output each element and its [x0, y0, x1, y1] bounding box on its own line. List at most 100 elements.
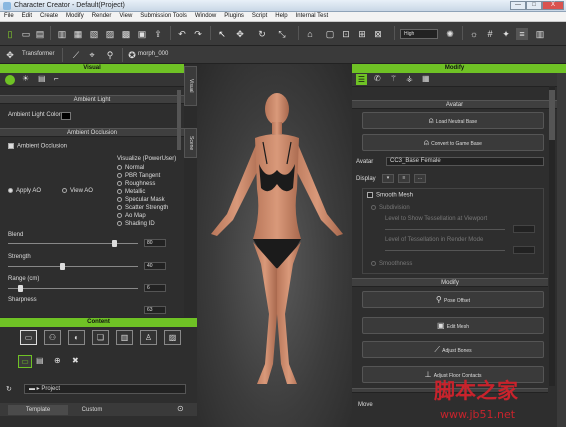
- add-folder-icon[interactable]: ⊕: [54, 356, 61, 365]
- menu-script[interactable]: Script: [248, 12, 271, 19]
- tab-custom[interactable]: Custom: [62, 405, 122, 415]
- menu-view[interactable]: View: [115, 12, 136, 19]
- settings-icon[interactable]: ▩: [120, 28, 132, 40]
- render-icon[interactable]: ▧: [88, 28, 100, 40]
- zoom-extents-icon[interactable]: ⊠: [372, 28, 384, 40]
- motion-tab-icon[interactable]: ⚶: [406, 74, 413, 83]
- visualize-shading-id[interactable]: Shading ID: [117, 221, 155, 227]
- tool-b-icon[interactable]: ⌖: [86, 49, 98, 61]
- tool-a-icon[interactable]: ⟋: [70, 49, 82, 61]
- visual-scrollbar[interactable]: [177, 90, 181, 150]
- visualize-scatter-strength[interactable]: Scatter Strength: [117, 205, 168, 211]
- ambient-occlusion-section[interactable]: Ambient Occlusion: [0, 128, 184, 137]
- headlight-icon[interactable]: ☼: [468, 28, 480, 40]
- atmosphere-tab-icon[interactable]: ▤: [38, 74, 46, 83]
- list-view-icon[interactable]: ▤: [36, 356, 44, 365]
- visualize-ao-map[interactable]: Ao Map: [117, 213, 146, 219]
- menu-create[interactable]: Create: [36, 12, 62, 19]
- ambient-occlusion-checkbox[interactable]: Ambient Occlusion: [8, 143, 67, 150]
- post-effect-tab-icon[interactable]: ⌐: [54, 74, 59, 83]
- rotate-icon[interactable]: ↻: [256, 28, 268, 40]
- morph-tab-icon[interactable]: ⚚: [390, 74, 397, 83]
- viewport[interactable]: [197, 64, 352, 427]
- menu-window[interactable]: Window: [191, 12, 220, 19]
- visualize-normal[interactable]: Normal: [117, 165, 144, 171]
- home-view-icon[interactable]: ⌂: [304, 28, 316, 40]
- skin-category-icon[interactable]: ◐: [68, 330, 85, 345]
- project-category-icon[interactable]: ▭: [20, 330, 37, 345]
- modify-scrollbar[interactable]: [549, 86, 555, 386]
- pose-category-icon[interactable]: ♙: [140, 330, 157, 345]
- move-icon[interactable]: ✥: [234, 28, 246, 40]
- redo-icon[interactable]: ↷: [192, 28, 204, 40]
- menu-help[interactable]: Help: [271, 12, 291, 19]
- visualize-roughness[interactable]: Roughness: [117, 181, 155, 187]
- content-settings-icon[interactable]: ⊙: [177, 404, 184, 413]
- tab-scene[interactable]: Scene: [184, 128, 197, 158]
- menu-submission-tools[interactable]: Submission Tools: [136, 12, 191, 19]
- strength-slider[interactable]: [8, 263, 138, 270]
- panel-toggle-icon[interactable]: ≡: [516, 28, 528, 40]
- apply-ao-radio[interactable]: Apply AO: [8, 188, 41, 194]
- smooth-mesh-checkbox[interactable]: Smooth Mesh: [367, 192, 413, 199]
- transformer-label[interactable]: Transformer: [22, 51, 54, 57]
- ambient-light-section[interactable]: Ambient Light: [0, 95, 184, 104]
- edit-mesh-button[interactable]: ▣ Edit Mesh: [362, 317, 544, 334]
- level-view-slider[interactable]: [385, 229, 505, 230]
- avatar-section[interactable]: Avatar: [352, 100, 557, 109]
- blend-slider[interactable]: [8, 240, 138, 247]
- minimize-button[interactable]: —: [510, 1, 526, 10]
- close-button[interactable]: X: [542, 1, 564, 10]
- range-value[interactable]: 6: [144, 284, 166, 292]
- material-tab-icon[interactable]: ▦: [422, 74, 430, 83]
- menu-edit[interactable]: Edit: [18, 12, 36, 19]
- strength-value[interactable]: 40: [144, 262, 166, 270]
- scale-icon[interactable]: ⤡: [276, 28, 288, 40]
- menu-modify[interactable]: Modify: [62, 12, 88, 19]
- image-category-icon[interactable]: ▨: [164, 330, 181, 345]
- blend-value[interactable]: 80: [144, 239, 166, 247]
- menu-internal-test[interactable]: Internal Test: [292, 12, 333, 19]
- level-view-value[interactable]: [513, 225, 535, 233]
- visual-tab-icon[interactable]: [5, 75, 15, 85]
- menu-file[interactable]: File: [0, 12, 18, 19]
- tool-c-icon[interactable]: ⚲: [104, 49, 116, 61]
- pose-tab-icon[interactable]: ✆: [374, 74, 381, 83]
- refresh-icon[interactable]: ↻: [6, 385, 12, 393]
- content-path-field[interactable]: ▬ ▸ Project: [24, 384, 186, 394]
- visualize-metallic[interactable]: Metallic: [117, 189, 145, 195]
- undo-icon[interactable]: ↶: [176, 28, 188, 40]
- select-icon[interactable]: ↖: [216, 28, 228, 40]
- folder-view-icon[interactable]: ▭: [18, 355, 32, 368]
- modify-section[interactable]: Modify: [352, 278, 548, 287]
- export-icon[interactable]: ▦: [72, 28, 84, 40]
- display-mode-a-icon[interactable]: ▾: [382, 174, 394, 183]
- display-mode-c-icon[interactable]: …: [414, 174, 426, 183]
- display-mode-b-icon[interactable]: ≡: [398, 174, 410, 183]
- attribute-tab-icon[interactable]: ☰: [356, 74, 367, 85]
- share-icon[interactable]: ▣: [136, 28, 148, 40]
- view-ao-radio[interactable]: View AO: [62, 188, 93, 194]
- grid-icon[interactable]: #: [484, 28, 496, 40]
- level-render-slider[interactable]: [385, 250, 505, 251]
- material-category-icon[interactable]: ❏: [92, 330, 109, 345]
- morph-icon[interactable]: ✪: [126, 49, 138, 61]
- preview-icon[interactable]: ▨: [104, 28, 116, 40]
- quality-dropdown[interactable]: High: [400, 29, 438, 39]
- save-icon[interactable]: ▤: [34, 28, 46, 40]
- range-slider[interactable]: [8, 285, 138, 292]
- fit-icon[interactable]: ⊞: [356, 28, 368, 40]
- gizmo-icon[interactable]: ✦: [500, 28, 512, 40]
- tab-visual[interactable]: Visual: [184, 66, 197, 106]
- level-render-value[interactable]: [513, 246, 535, 254]
- adjust-bones-button[interactable]: ⟋ Adjust Bones: [362, 341, 544, 358]
- maximize-button[interactable]: □: [526, 1, 542, 10]
- menu-render[interactable]: Render: [88, 12, 116, 19]
- load-neutral-base-button[interactable]: ⍝ Load Neutral Base: [362, 112, 544, 129]
- ambient-light-color-swatch[interactable]: [61, 112, 71, 120]
- transform-icon[interactable]: ✥: [4, 49, 16, 61]
- layout-icon[interactable]: ▥: [534, 28, 546, 40]
- pose-offset-button[interactable]: ⚲ Pose Offset: [362, 291, 544, 308]
- visualize-specular-mask[interactable]: Specular Mask: [117, 197, 165, 203]
- visualize-pbr-tangent[interactable]: PBR Tangent: [117, 173, 160, 179]
